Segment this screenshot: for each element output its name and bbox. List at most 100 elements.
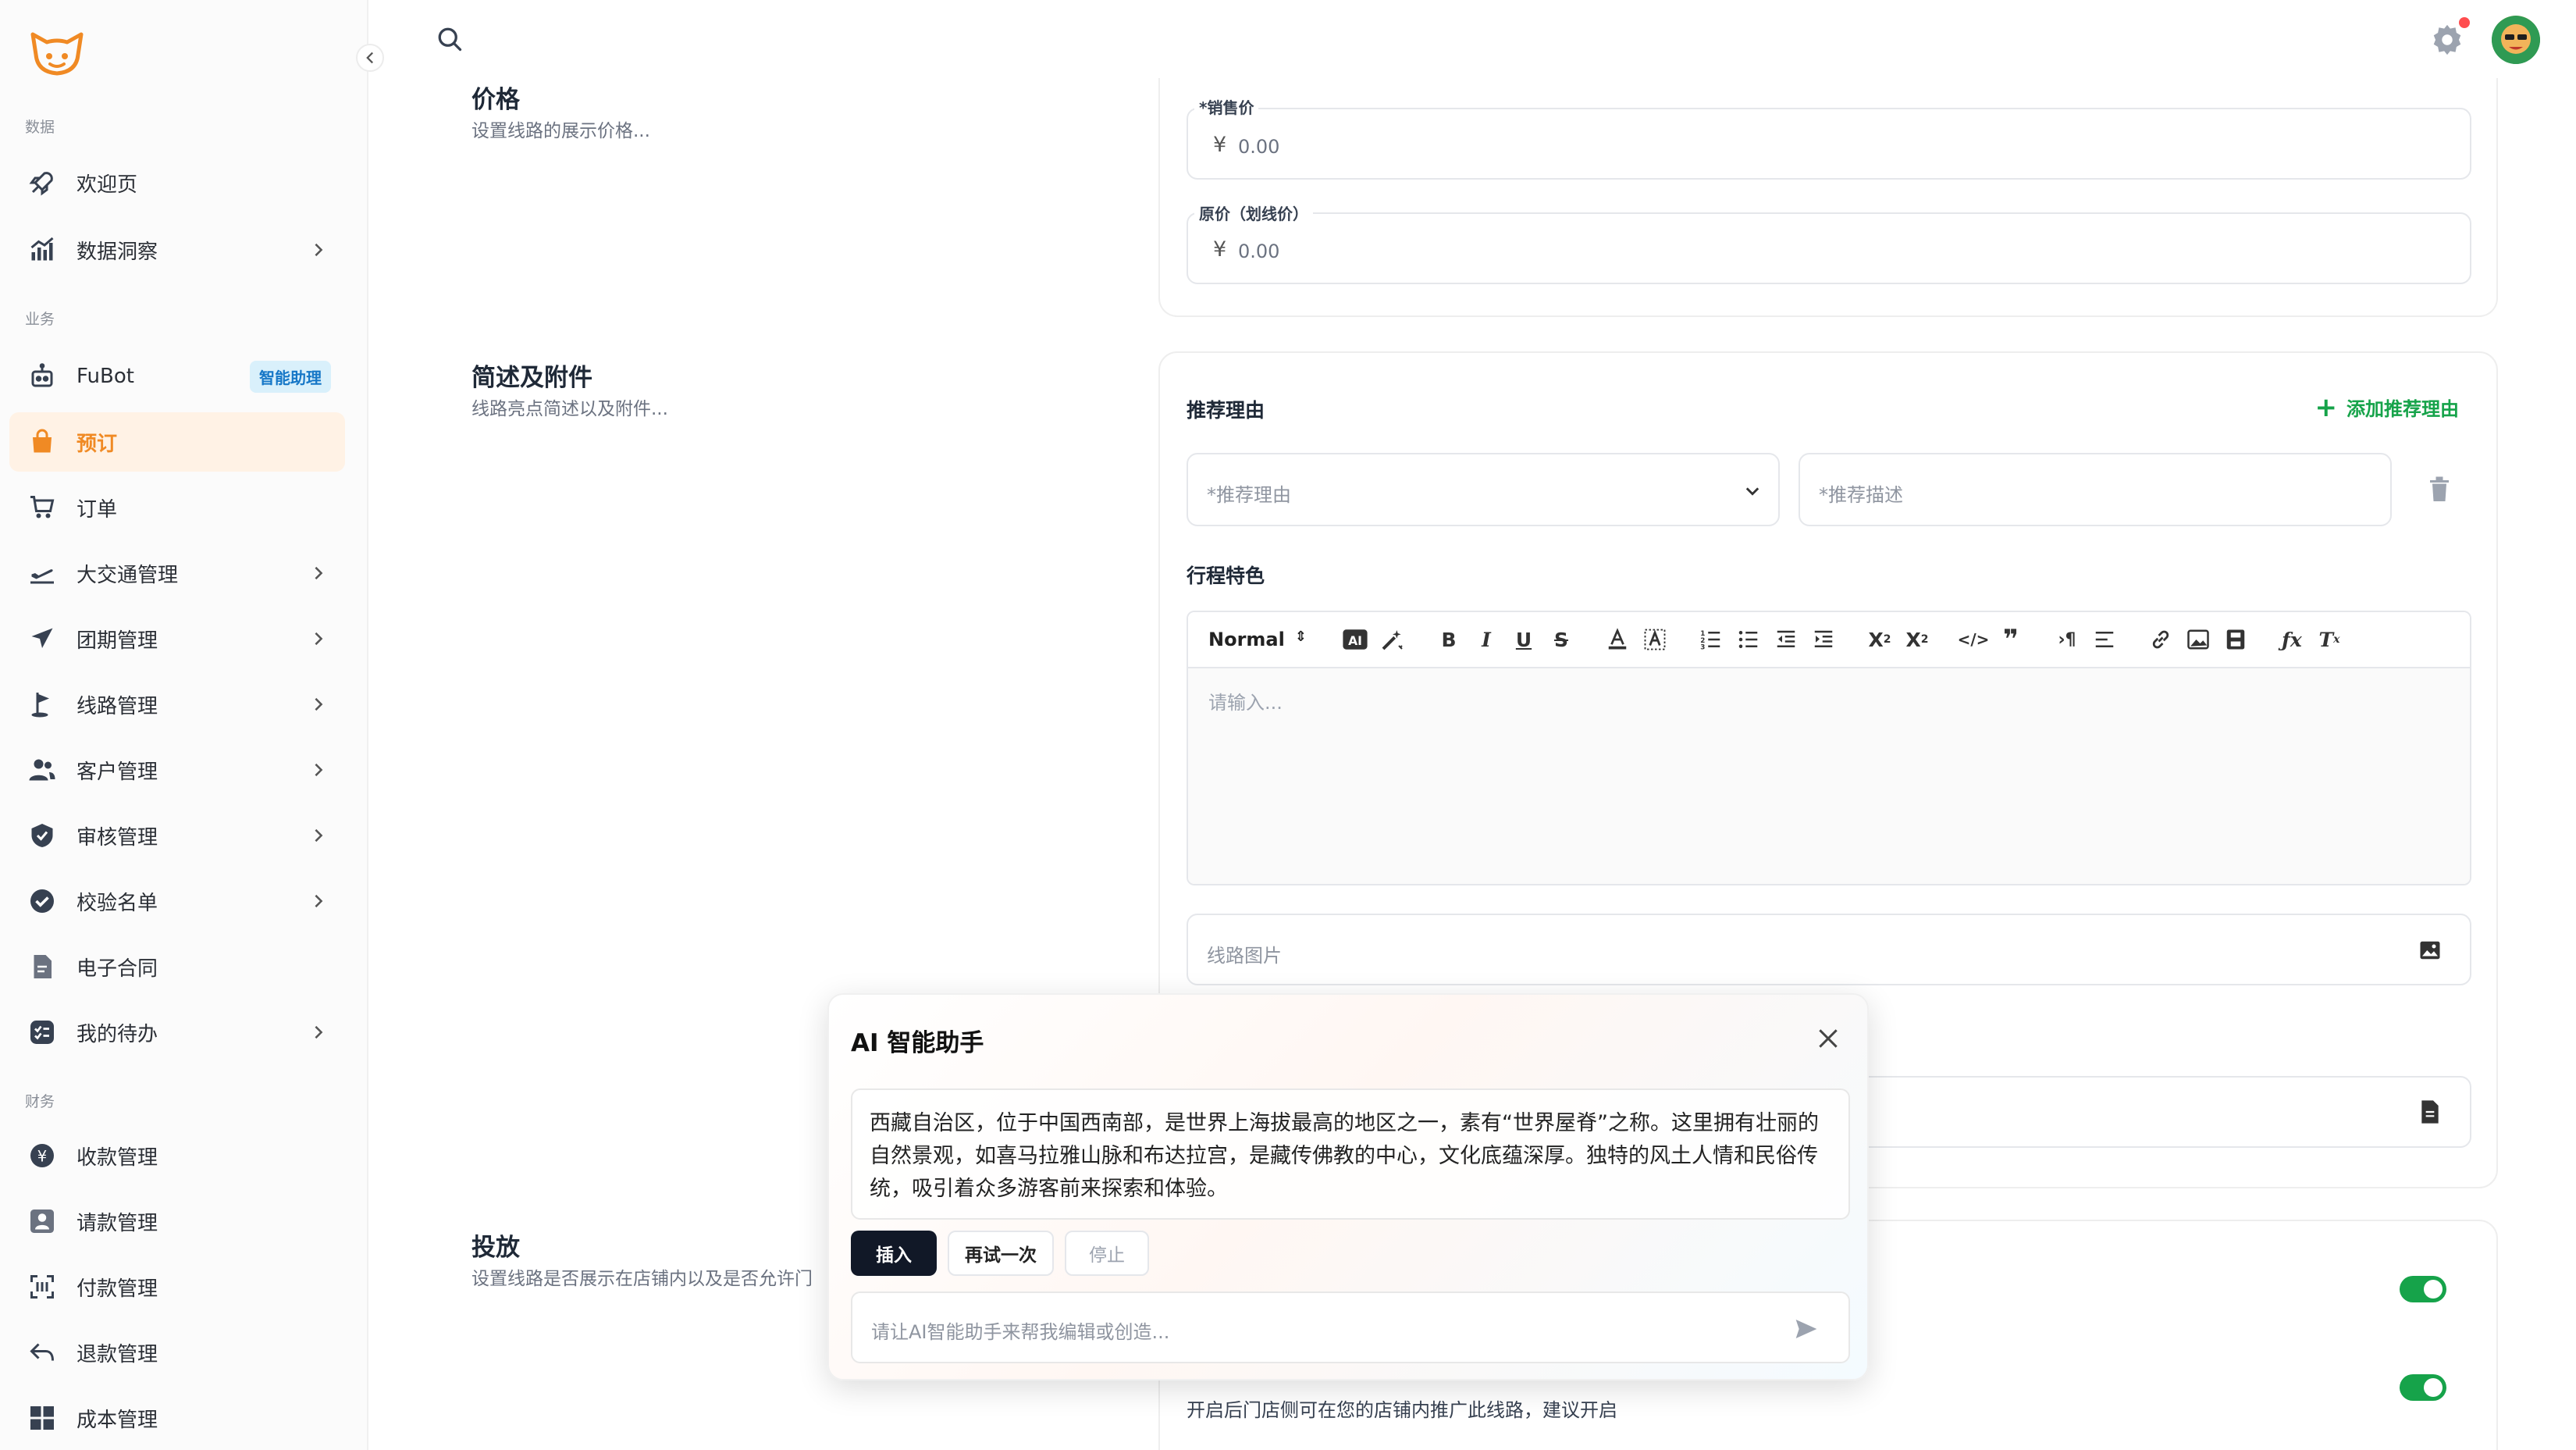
indent-button[interactable]: [1805, 621, 1842, 658]
chevron-down-icon: [1745, 487, 1759, 496]
section-label-finance: 财务: [25, 1093, 55, 1110]
collapse-sidebar-button[interactable]: [356, 44, 384, 72]
chevron-right-icon: [308, 759, 329, 781]
image-button[interactable]: [2179, 621, 2217, 658]
sidebar-item-label: 数据洞察: [76, 240, 158, 264]
send-icon[interactable]: [1794, 1316, 1819, 1341]
sidebar-item-checklist[interactable]: 校验名单: [9, 871, 345, 931]
sidebar-item-orders[interactable]: 订单: [9, 478, 345, 537]
sidebar-item-transport[interactable]: 大交通管理: [9, 543, 345, 603]
strikethrough-button[interactable]: S: [1542, 621, 1580, 658]
align-button[interactable]: [2086, 621, 2123, 658]
close-icon[interactable]: [1816, 1026, 1841, 1051]
section-label-data: 数据: [25, 119, 55, 136]
subscript-button[interactable]: X2: [1898, 621, 1936, 658]
document-icon: [27, 951, 58, 982]
sale-price-field[interactable]: ¥ 0.00: [1187, 108, 2471, 180]
ai-prompt-input[interactable]: 请让AI智能助手来帮我编辑或创造...: [851, 1291, 1850, 1363]
sidebar-item-insights[interactable]: 数据洞察: [9, 220, 345, 280]
image-upload-icon[interactable]: [2418, 939, 2442, 962]
sidebar-item-label: 审核管理: [76, 825, 158, 850]
route-image-placeholder: 线路图片: [1207, 945, 1282, 967]
itinerary-feature-heading: 行程特色: [1187, 565, 1265, 587]
sidebar-item-booking[interactable]: 预订: [9, 412, 345, 472]
format-select-value: Normal: [1208, 629, 1285, 650]
quote-button[interactable]: ❞: [1992, 621, 2030, 658]
updown-icon: ⇕: [1294, 629, 1307, 645]
ai-format-button[interactable]: AI: [1336, 621, 1374, 658]
link-icon: [2152, 630, 2169, 649]
insert-button[interactable]: 插入: [851, 1231, 937, 1276]
sidebar-item-refunds[interactable]: 退款管理: [9, 1323, 345, 1382]
trash-icon[interactable]: [2428, 476, 2451, 503]
reason-select-placeholder: *推荐理由: [1207, 484, 1291, 506]
summary-section-title: 简述及附件: [471, 364, 592, 392]
plus-icon: +: [2314, 391, 2338, 423]
highlight-icon: [1644, 629, 1666, 650]
editor-toolbar: Normal ⇕ AI B I U S 123 X2 X2 </> ❞ ›¶ ƒ…: [1188, 612, 2470, 668]
sidebar-item-review[interactable]: 审核管理: [9, 806, 345, 865]
outdent-button[interactable]: [1767, 621, 1805, 658]
magic-wand-button[interactable]: [1374, 621, 1411, 658]
sidebar-item-welcome[interactable]: 欢迎页: [9, 153, 345, 212]
desc-input-placeholder: *推荐描述: [1819, 484, 1903, 506]
svg-text:AI: AI: [1348, 634, 1362, 648]
bold-button[interactable]: B: [1430, 621, 1468, 658]
font-color-button[interactable]: [1599, 621, 1636, 658]
video-button[interactable]: [2217, 621, 2254, 658]
search-icon[interactable]: [436, 25, 464, 53]
avatar-face-icon: [2492, 16, 2540, 64]
recommend-desc-input[interactable]: *推荐描述: [1799, 453, 2392, 526]
formula-button[interactable]: ƒx: [2273, 621, 2311, 658]
refund-icon: [27, 1337, 58, 1368]
gear-icon[interactable]: [2429, 22, 2465, 58]
sidebar-item-receipts[interactable]: ¥ 收款管理: [9, 1126, 345, 1185]
sidebar-item-routes[interactable]: 线路管理: [9, 675, 345, 734]
clear-format-button[interactable]: Tx: [2311, 621, 2348, 658]
airplane-icon: [27, 623, 58, 654]
sidebar-item-requests[interactable]: 请款管理: [9, 1192, 345, 1251]
chevron-right-icon: [308, 562, 329, 584]
sidebar-item-todo[interactable]: 我的待办: [9, 1003, 345, 1062]
store-promotion-toggle[interactable]: [2400, 1374, 2446, 1401]
sidebar-item-label: 请款管理: [76, 1211, 158, 1235]
outdent-icon: [1777, 630, 1795, 647]
ai-icon: AI: [1343, 629, 1368, 650]
original-price-field[interactable]: ¥ 0.00: [1187, 212, 2471, 284]
code-button[interactable]: </>: [1955, 621, 1992, 658]
coin-icon: ¥: [27, 1140, 58, 1171]
recommend-reason-select[interactable]: *推荐理由: [1187, 453, 1780, 526]
link-button[interactable]: [2142, 621, 2179, 658]
original-price-label: 原价（划线价）: [1194, 201, 1313, 224]
logo-icon[interactable]: [27, 30, 87, 78]
ordered-list-icon: 123: [1700, 630, 1720, 651]
bullet-list-button[interactable]: [1730, 621, 1767, 658]
stop-button[interactable]: 停止: [1065, 1231, 1149, 1276]
chevron-right-icon: [308, 239, 329, 261]
underline-button[interactable]: U: [1505, 621, 1542, 658]
add-reason-button[interactable]: + 添加推荐理由: [2315, 394, 2460, 421]
editor-content[interactable]: 请输入...: [1188, 668, 2470, 884]
superscript-button[interactable]: X2: [1861, 621, 1898, 658]
sidebar-item-label: 收款管理: [76, 1145, 158, 1170]
format-select[interactable]: Normal ⇕: [1208, 629, 1307, 650]
chevron-right-icon: [308, 1021, 329, 1043]
sidebar-item-contracts[interactable]: 电子合同: [9, 937, 345, 996]
file-upload-icon[interactable]: [2418, 1099, 2442, 1124]
italic-button[interactable]: I: [1468, 621, 1505, 658]
sidebar-item-costs[interactable]: 成本管理: [9, 1388, 345, 1448]
sidebar-item-payments[interactable]: 付款管理: [9, 1257, 345, 1316]
sidebar-item-fubot[interactable]: FuBot 智能助理: [9, 347, 345, 406]
route-image-field[interactable]: 线路图片: [1187, 914, 2471, 985]
sidebar-item-tour-dates[interactable]: 团期管理: [9, 609, 345, 668]
sidebar-item-customers[interactable]: 客户管理: [9, 740, 345, 800]
flag-icon: [27, 689, 58, 720]
text-direction-button[interactable]: ›¶: [2048, 621, 2086, 658]
ordered-list-button[interactable]: 123: [1692, 621, 1730, 658]
users-icon: [27, 754, 58, 786]
shop-display-toggle[interactable]: [2400, 1276, 2446, 1302]
retry-button[interactable]: 再试一次: [948, 1231, 1054, 1276]
avatar[interactable]: [2492, 16, 2540, 64]
sidebar-item-label: 校验名单: [76, 891, 158, 915]
background-color-button[interactable]: [1636, 621, 1674, 658]
